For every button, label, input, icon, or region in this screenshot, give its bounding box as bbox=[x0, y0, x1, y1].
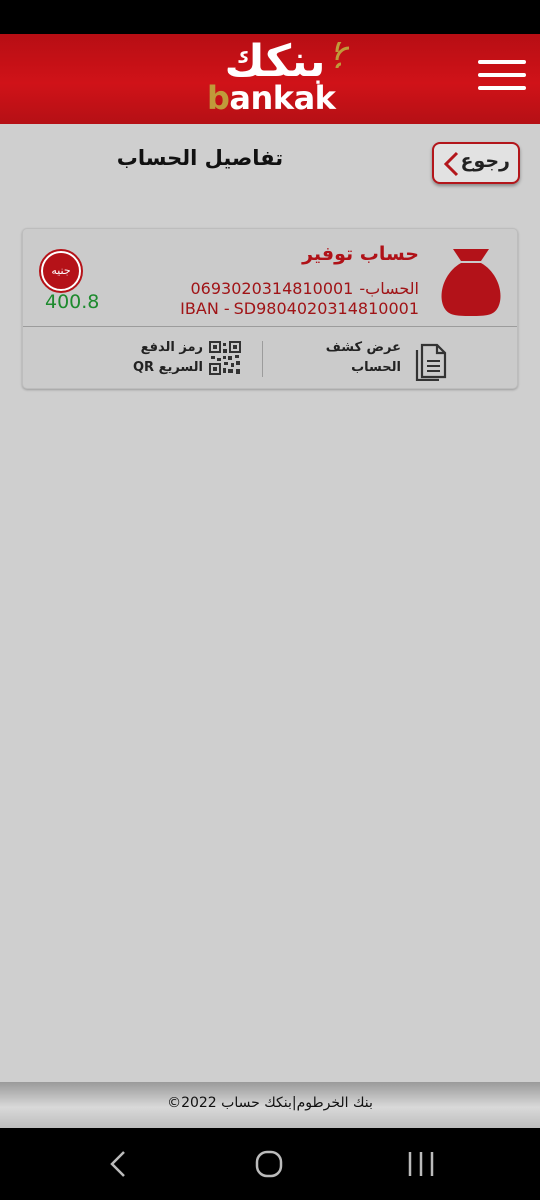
account-number: 0693020314810001 bbox=[190, 279, 354, 298]
card-divider bbox=[23, 326, 517, 327]
menu-button[interactable] bbox=[478, 60, 526, 100]
chevron-left-icon bbox=[443, 151, 459, 177]
nav-back-icon[interactable] bbox=[106, 1148, 132, 1180]
system-nav-bar bbox=[0, 1128, 540, 1200]
account-number-row: الحساب- 0693020314810001 bbox=[190, 279, 419, 298]
qr-payment-label-line2: السريع QR bbox=[132, 360, 203, 375]
iban-label: IBAN - bbox=[180, 299, 230, 318]
bankak-logo: بنكك bankak bbox=[205, 36, 365, 120]
qr-code-icon bbox=[209, 341, 241, 375]
menu-icon-line bbox=[478, 60, 526, 64]
wifi-signal-icon bbox=[335, 42, 350, 69]
back-button[interactable]: رجوع bbox=[432, 142, 520, 184]
logo-english: bankak bbox=[207, 79, 336, 117]
menu-icon-line bbox=[478, 86, 526, 90]
qr-payment-button[interactable]: رمز الدفع السريع QR bbox=[133, 335, 245, 381]
currency-badge: جنيه bbox=[39, 249, 83, 293]
logo-letter-b: b bbox=[207, 79, 230, 117]
account-card[interactable]: حساب توفير الحساب- 0693020314810001 IBAN… bbox=[22, 228, 518, 389]
footer-copyright: ©2022 بنك الخرطوم|بنكك حساب bbox=[167, 1095, 373, 1111]
view-statement-button[interactable]: عرض كشف الحساب bbox=[319, 335, 451, 381]
footer-bar: ©2022 بنك الخرطوم|بنكك حساب bbox=[0, 1082, 540, 1128]
qr-payment-label: رمز الدفع السريع QR bbox=[133, 338, 203, 378]
page-title: تفاصيل الحساب bbox=[116, 146, 284, 170]
qr-payment-label-line1: رمز الدفع bbox=[140, 340, 203, 355]
view-statement-label-line1: عرض كشف bbox=[325, 340, 401, 355]
back-button-label: رجوع bbox=[460, 150, 510, 172]
view-statement-label: عرض كشف الحساب bbox=[311, 338, 401, 378]
money-bag-icon bbox=[441, 249, 501, 316]
app-header: بنكك bankak bbox=[0, 34, 540, 124]
menu-icon-line bbox=[478, 73, 526, 77]
action-separator bbox=[262, 341, 263, 377]
document-icon bbox=[415, 343, 447, 381]
account-number-label: الحساب- bbox=[359, 279, 419, 298]
nav-recent-icon[interactable] bbox=[406, 1148, 436, 1180]
view-statement-label-line2: الحساب bbox=[351, 360, 401, 375]
account-name: حساب توفير bbox=[302, 243, 419, 265]
iban-value: SD9804020314810001 bbox=[233, 299, 419, 318]
status-bar bbox=[0, 0, 540, 34]
logo-letters-rest: ankak bbox=[229, 79, 336, 117]
iban-row: IBAN - SD9804020314810001 bbox=[180, 299, 419, 318]
nav-home-icon[interactable] bbox=[254, 1148, 284, 1180]
account-balance: 400.8 bbox=[45, 291, 100, 313]
